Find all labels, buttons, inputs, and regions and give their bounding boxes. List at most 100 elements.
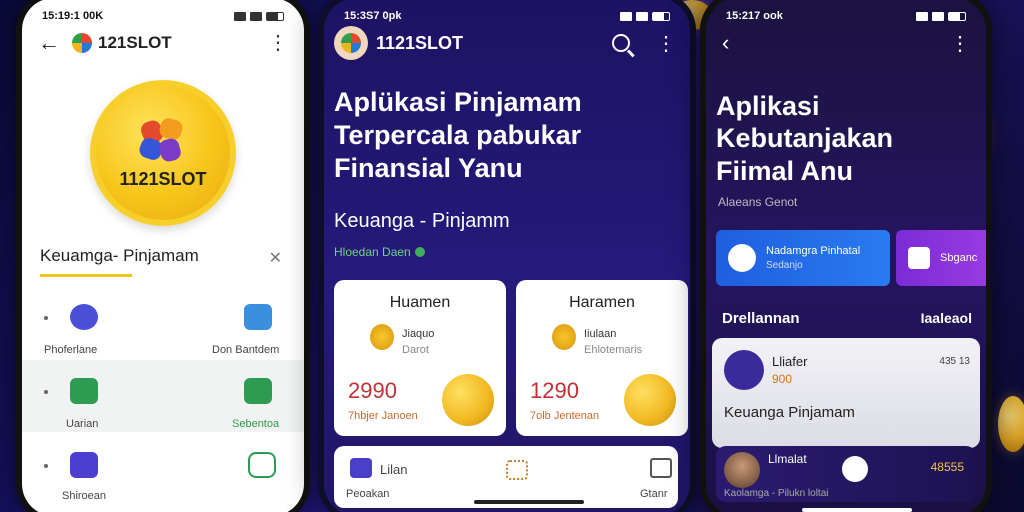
close-icon[interactable]: ✕ [269,248,282,268]
top-app-bar: ‹ ⋮ [722,28,970,58]
card-line1: Iiulaan [584,328,617,340]
more-menu-icon[interactable]: ⋮ [268,33,288,53]
panel-title: Keuanga Pinjamam [724,404,855,421]
back-arrow-icon[interactable]: ← [38,30,64,56]
wifi-icon [932,11,944,21]
brand-name: 121SLOT [98,33,172,52]
panel-meta: 435 13 [939,356,970,367]
blob-app-icon[interactable] [70,304,98,330]
user-avatar [724,452,760,488]
calculator-icon[interactable] [70,452,98,478]
status-time: 15:19:1 00K [42,10,104,22]
status-icons [916,11,966,21]
bullet-dot [44,390,48,394]
row-left-label: Uarian [66,418,99,430]
button-title: Sbganc [940,252,978,264]
section-link[interactable]: Iaaleaol [921,310,972,326]
button-subtitle: Sedanjo [766,260,803,271]
row-right-label: Don Bantdem [212,344,280,356]
button-title: Nadamgra Pinhatal [766,245,861,257]
provider-number: 900 [772,372,793,386]
status-time: 15:217 ook [726,10,783,22]
card-line1: Jiaquo [402,328,435,340]
hero-subtitle: Keuanga - Pinjamm [334,210,510,232]
card-line2: Darot [402,344,429,356]
battery-icon [266,11,284,21]
phone-right-screen: 15:217 ook ‹ ⋮ Aplikasi Kebutanjakan Fii… [706,0,986,512]
calendar-icon[interactable] [244,304,272,330]
media-caption: Kaolamga - Pilukn loltai [724,488,829,499]
loan-card[interactable]: Huamen Jiaquo Darot 2990 7hbjer Janoen [334,280,506,436]
bullet-dot [44,464,48,468]
brand-avatar[interactable] [334,26,368,60]
background-coin [998,396,1024,452]
card-amount: 2990 [348,378,397,403]
coin-icon [370,324,394,350]
coin-brand-label: 1121SLOT [119,168,207,189]
wallet-icon[interactable] [350,458,372,478]
loan-panel[interactable]: Lliafer 900 435 13 Keuanga Pinjamam [712,338,980,448]
home-icon[interactable] [650,458,672,478]
gold-coin-icon [442,374,494,426]
card-amount: 1290 [530,378,579,403]
top-app-bar: ← 121SLOT ⋮ [22,28,304,58]
signal-icon [916,11,928,21]
play-icon[interactable] [842,456,868,482]
loan-action-button[interactable]: Nadamgra Pinhatal Sedanjo [716,230,890,286]
brand-logo-icon [341,33,361,53]
hero-title: Aplükasi Pinjamam Terpercala pabukar Fin… [334,87,582,183]
nav-item-label[interactable]: Peoakan [346,488,389,500]
loan-card[interactable]: Haramen Iiulaan Ehlotemaris 1290 7olb Je… [516,280,688,436]
camera-icon[interactable] [244,378,272,404]
more-menu-icon[interactable]: ⋮ [656,31,676,56]
gold-coin-icon [624,374,676,426]
row-left-label: Phoferlane [44,344,98,356]
battery-icon [948,11,966,21]
nav-item-label[interactable]: Lilan [380,462,407,477]
status-bar: 15:217 ook [706,8,986,24]
phone-left-screen: 15:19:1 00K ← 121SLOT ⋮ 1121SLOT Keuamga… [22,0,304,512]
chat-icon[interactable] [248,452,276,478]
status-bar: 15:19:1 00K [22,8,304,24]
hero-title: Aplikasi Kebutanjakan Fiimal Anu [716,91,894,186]
search-icon[interactable] [612,34,630,52]
secondary-action-button[interactable]: Sbganc [896,230,986,286]
button-label: Nadamgra Pinhatal Sedanjo [766,245,860,271]
status-time: 15:3S7 0pk [344,10,402,22]
card-line2: Ehlotemaris [584,344,643,356]
phone-center: 15:3S7 0pk 1121SLOT ⋮ Aplükasi Pinjamam … [318,0,696,512]
envelope-icon[interactable] [70,378,98,404]
nav-item-label[interactable]: Gtanr [640,488,668,500]
status-icons [620,11,670,21]
wifi-icon [250,11,262,21]
hero-note: Hloedan Daen [334,245,425,259]
list-row[interactable]: Shiroean [22,434,304,506]
card-caption: 7hbjer Janoen [348,410,418,422]
brand-coin: 1121SLOT [90,80,236,226]
loan-app-icon [728,244,756,272]
edit-icon [908,247,930,269]
media-title: Llmalat [768,452,807,466]
media-amount: 48555 [930,460,964,474]
status-bar: 15:3S7 0pk [324,8,690,24]
signal-icon [234,11,246,21]
phone-left: 15:19:1 00K ← 121SLOT ⋮ 1121SLOT Keuamga… [16,0,310,512]
provider-logo-icon [724,350,764,390]
card-title: Huamen [389,294,451,311]
coin-logo-icon [136,115,190,165]
list-row[interactable]: Phoferlane Don Bantdem [22,286,304,358]
more-menu-icon[interactable]: ⋮ [950,31,970,56]
hero-note: Alaeans Genot [718,195,798,209]
grid-icon[interactable] [506,460,528,480]
top-app-bar: 1121SLOT ⋮ [334,26,676,60]
media-bar[interactable]: Llmalat 48555 Kaolamga - Pilukn loltai [716,446,976,502]
phone-right: 15:217 ook ‹ ⋮ Aplikasi Kebutanjakan Fii… [700,0,992,512]
home-indicator[interactable] [474,500,584,504]
row-right-label: Sebentoa [232,418,280,430]
wifi-icon [636,11,648,21]
list-row[interactable]: Uarian Sebentoa [22,360,304,432]
back-chevron-icon[interactable]: ‹ [722,30,729,56]
card-caption: 7olb Jentenan [530,410,600,422]
provider-name: Lliafer [772,354,808,369]
home-indicator[interactable] [802,508,912,512]
